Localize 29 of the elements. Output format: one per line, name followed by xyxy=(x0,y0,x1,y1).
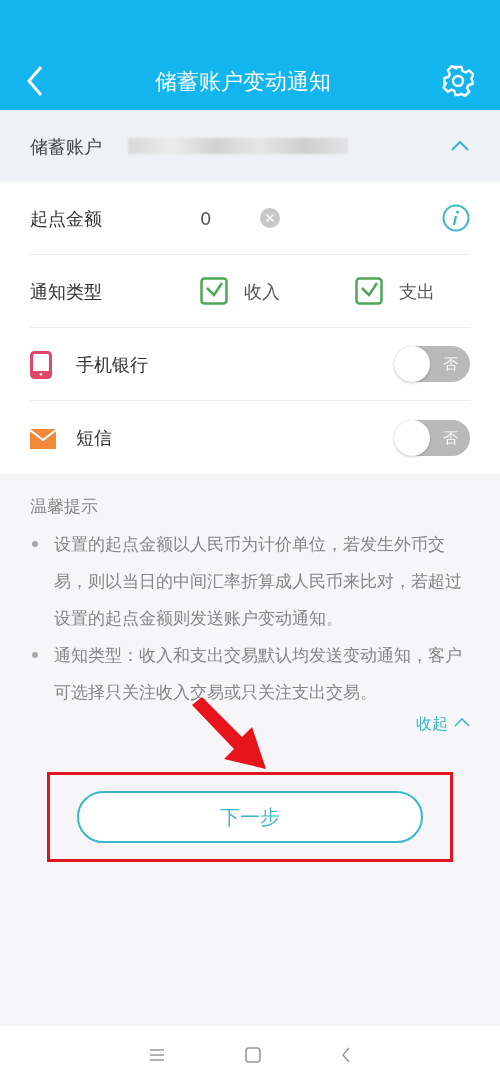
home-icon[interactable] xyxy=(245,1047,261,1063)
settings-icon[interactable] xyxy=(442,65,474,97)
tips-title: 温馨提示 xyxy=(30,495,99,518)
envelope-icon xyxy=(30,429,56,449)
channel-label: 短信 xyxy=(76,426,112,450)
checkbox[interactable] xyxy=(355,277,383,305)
phone-icon xyxy=(30,350,52,379)
clear-icon[interactable] xyxy=(260,208,280,228)
info-icon[interactable] xyxy=(442,204,470,232)
channel-label: 手机银行 xyxy=(76,352,148,377)
collapse-link[interactable]: 收起 xyxy=(416,711,470,736)
checkbox[interactable] xyxy=(200,277,228,305)
caret-icon[interactable] xyxy=(450,140,470,152)
checkbox-label: 支出 xyxy=(399,279,435,304)
caret-icon xyxy=(454,716,470,727)
checkbox-label: 收入 xyxy=(244,279,280,304)
toggle-switch[interactable]: 否 xyxy=(394,346,470,382)
field-label: 起点金额 xyxy=(30,206,103,231)
back-icon[interactable] xyxy=(341,1047,351,1063)
bullet-icon xyxy=(32,651,38,658)
page-title: 储蓄账户变动通知 xyxy=(155,67,331,96)
amount-field[interactable]: 0 xyxy=(200,204,260,232)
bullet-icon xyxy=(32,540,38,547)
toggle-switch[interactable]: 否 xyxy=(394,419,470,456)
field-label: 通知类型 xyxy=(30,279,103,304)
menu-icon[interactable] xyxy=(149,1048,165,1062)
next-button[interactable]: 下一步 xyxy=(77,791,423,843)
account-label: 储蓄账户 xyxy=(30,134,102,159)
tip-text: 设置的起点金额以人民币为计价单位，若发生外币交易，则以当日的中间汇率折算成人民币来比对，若超过设置的起点金额则发送账户变动通知。 xyxy=(54,532,463,630)
